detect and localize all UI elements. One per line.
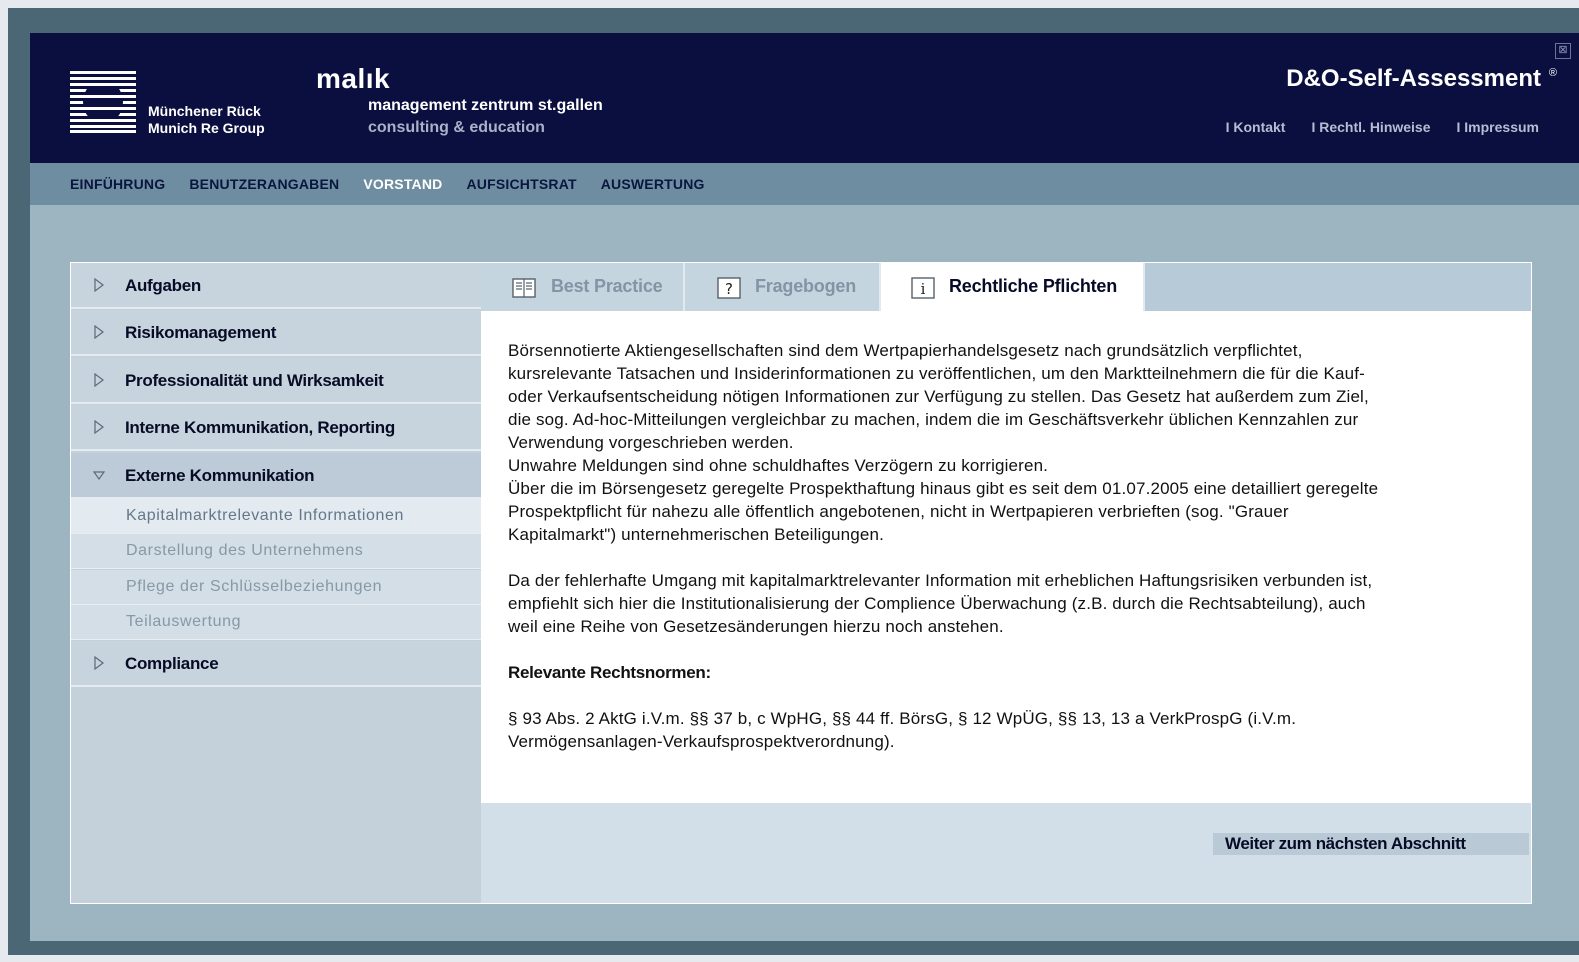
document-icon [512, 278, 536, 298]
sidebar-item-label: Professionalität und Wirksamkeit [125, 371, 384, 390]
collapse-triangle-icon [93, 471, 105, 481]
sidebar-subitem-darstellung[interactable]: Darstellung des Unternehmens [71, 534, 481, 569]
sidebar-subitem-label: Teilauswertung [126, 613, 242, 630]
link-rechtl-hinweise[interactable]: I Rechtl. Hinweise [1311, 119, 1430, 135]
nav-vorstand[interactable]: VORSTAND [363, 176, 442, 192]
norms-heading: Relevante Rechtsnormen: [508, 663, 711, 682]
sidebar-subitem-label: Kapitalmarktrelevante Informationen [126, 507, 405, 524]
expand-triangle-icon [94, 325, 104, 339]
text-line: Vermögensanlagen-Verkaufsprospektverordn… [508, 732, 895, 751]
text-line: Kapitalmarkt") unternehmerischen Beteili… [508, 525, 884, 544]
sidebar-item-compliance[interactable]: Compliance [71, 641, 481, 687]
tab-best-practice[interactable]: Best Practice [481, 263, 685, 311]
tab-fragebogen[interactable]: ? Fragebogen [685, 263, 881, 311]
text-line: empfiehlt sich hier die Institutionalisi… [508, 594, 1366, 613]
link-impressum[interactable]: I Impressum [1457, 119, 1539, 135]
sidebar-subitem-kapitalmarkt[interactable]: Kapitalmarktrelevante Informationen [71, 499, 481, 534]
sidebar-item-label: Risikomanagement [125, 323, 277, 342]
sidebar-subitem-label: Darstellung des Unternehmens [126, 542, 364, 559]
text-line: Prospektpflicht für nahezu alle öffentli… [508, 502, 1289, 521]
tab-label: Fragebogen [755, 276, 857, 296]
app-container: Münchener Rück Munich Re Group malık man… [30, 33, 1579, 941]
text-line: kursrelevante Tatsachen und Insiderinfor… [508, 364, 1365, 383]
sidebar-item-externe-kommunikation[interactable]: Externe Kommunikation [71, 453, 481, 499]
expand-triangle-icon [94, 656, 104, 670]
sidebar-item-label: Compliance [125, 654, 219, 673]
sidebar-subitem-teilauswertung[interactable]: Teilauswertung [71, 605, 481, 640]
text-line: weil eine Reihe von Gesetzesänderungen h… [508, 617, 1004, 636]
window-frame: Münchener Rück Munich Re Group malık man… [8, 8, 1579, 955]
content-panel: Aufgaben Risikomanagement Professionalit… [70, 262, 1532, 904]
question-icon: ? [717, 277, 741, 299]
main-nav: EINFÜHRUNG BENUTZERANGABEN VORSTAND AUFS… [30, 163, 1579, 205]
text-line: Unwahre Meldungen sind ohne schuldhaftes… [508, 456, 1049, 475]
content-footer: Weiter zum nächsten Abschnitt [481, 803, 1531, 903]
nav-benutzerangaben[interactable]: BENUTZERANGABEN [189, 176, 339, 192]
sidebar-item-aufgaben[interactable]: Aufgaben [71, 263, 481, 309]
sidebar-item-label: Interne Kommunikation, Reporting [125, 418, 395, 437]
nav-aufsichtsrat[interactable]: AUFSICHTSRAT [466, 176, 576, 192]
munich-re-line1: Münchener Rück [148, 103, 261, 119]
nav-auswertung[interactable]: AUSWERTUNG [601, 176, 705, 192]
tab-bar: Best Practice ? Fragebogen i Rechtliche … [481, 263, 1531, 311]
expand-triangle-icon [94, 420, 104, 434]
sidebar-subitem-label: Pflege der Schlüsselbeziehungen [126, 578, 383, 595]
sidebar-item-label: Externe Kommunikation [125, 466, 315, 485]
text-line: oder Verkaufsentscheidung nötigen Inform… [508, 387, 1369, 406]
tab-rechtliche-pflichten[interactable]: i Rechtliche Pflichten [881, 263, 1145, 311]
registered-mark: ® [1548, 67, 1557, 79]
munich-re-name: Münchener Rück Munich Re Group [148, 103, 265, 137]
app-title: D&O-Self-Assessment [1286, 65, 1541, 92]
text-line: Über die im Börsengesetz geregelte Prosp… [508, 479, 1379, 498]
info-icon: i [911, 277, 935, 299]
nav-einfuehrung[interactable]: EINFÜHRUNG [70, 176, 165, 192]
question-glyph: ? [725, 280, 733, 298]
main-text: Börsennotierte Aktiengesellschaften sind… [508, 339, 1498, 753]
text-line: die sog. Ad-hoc-Mitteilungen vergleichba… [508, 410, 1359, 429]
sidebar-subitem-pflege[interactable]: Pflege der Schlüsselbeziehungen [71, 570, 481, 605]
munich-re-logo [70, 71, 136, 133]
malik-subtagline: consulting & education [368, 119, 545, 136]
next-section-button[interactable]: Weiter zum nächsten Abschnitt [1213, 833, 1529, 855]
malik-tagline: management zentrum st.gallen [368, 97, 603, 114]
tab-label: Rechtliche Pflichten [949, 276, 1118, 296]
malik-logo: malık [316, 63, 391, 94]
link-kontakt[interactable]: I Kontakt [1226, 119, 1286, 135]
sidebar-item-label: Aufgaben [125, 276, 201, 295]
sidebar: Aufgaben Risikomanagement Professionalit… [71, 263, 481, 903]
header-links: I Kontakt I Rechtl. Hinweise I Impressum [1226, 119, 1539, 135]
info-glyph: i [921, 280, 926, 298]
expand-triangle-icon [94, 373, 104, 387]
munich-re-line2: Munich Re Group [148, 120, 265, 136]
text-line: Da der fehlerhafte Umgang mit kapitalmar… [508, 571, 1373, 590]
text-line: Börsennotierte Aktiengesellschaften sind… [508, 341, 1303, 360]
close-icon[interactable]: ⊠ [1555, 43, 1571, 59]
text-line: Verwendung vorgeschrieben werden. [508, 433, 794, 452]
sidebar-item-professionalitaet[interactable]: Professionalität und Wirksamkeit [71, 358, 481, 404]
sidebar-item-risikomanagement[interactable]: Risikomanagement [71, 310, 481, 356]
header: Münchener Rück Munich Re Group malık man… [30, 33, 1579, 163]
expand-triangle-icon [94, 278, 104, 292]
tab-label: Best Practice [551, 276, 663, 296]
text-line: § 93 Abs. 2 AktG i.V.m. §§ 37 b, c WpHG,… [508, 709, 1297, 728]
sidebar-item-interne-kommunikation[interactable]: Interne Kommunikation, Reporting [71, 405, 481, 451]
